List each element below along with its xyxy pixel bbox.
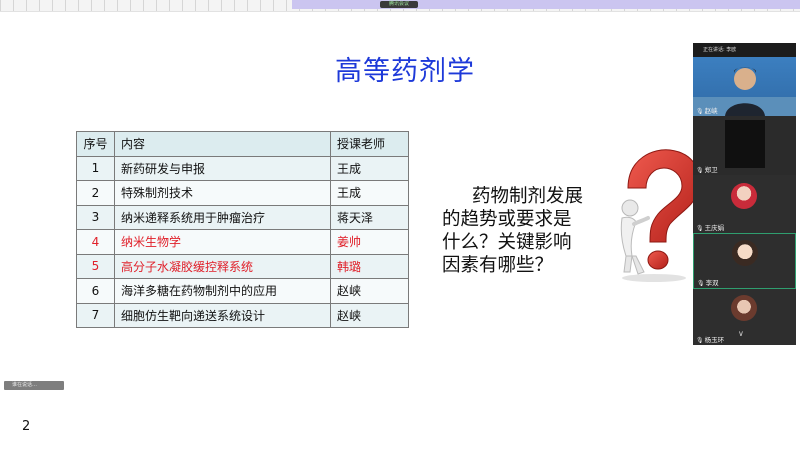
table-row: 1 新药研发与申报 王成 — [76, 155, 409, 181]
speaker-status-pill[interactable]: 谁在说话… — [4, 381, 64, 390]
row-teacher: 王成 — [330, 180, 409, 206]
participant-tile[interactable]: 🎙杨玉环 — [693, 289, 796, 345]
question-line: 的趋势或要求是 — [442, 209, 572, 230]
table-row-highlighted: 5 高分子水凝胶缓控释系统 韩璐 — [76, 253, 409, 279]
participant-tile[interactable]: 🎙王庆娟 — [693, 175, 796, 233]
row-content: 纳米递释系统用于肿瘤治疗 — [114, 204, 331, 230]
top-toolbar-highlight — [292, 0, 800, 9]
microphone-icon: 🎙 — [696, 167, 704, 174]
row-no: 1 — [76, 155, 115, 181]
row-content: 海洋多糖在药物制剂中的应用 — [114, 278, 331, 304]
row-teacher: 王成 — [330, 155, 409, 181]
row-no: 5 — [76, 253, 115, 279]
microphone-icon: 🎙 — [696, 337, 704, 344]
table-header-row: 序号 内容 授课老师 — [76, 131, 409, 157]
row-content: 细胞仿生靶向递送系统设计 — [114, 302, 331, 328]
row-no: 6 — [76, 278, 115, 304]
question-line: 什么？关键影响 — [442, 232, 572, 253]
participant-name: 🎙郑卫 — [696, 166, 718, 174]
header-no: 序号 — [76, 131, 115, 157]
row-no: 3 — [76, 204, 115, 230]
header-content: 内容 — [114, 131, 331, 157]
row-teacher: 蒋天泽 — [330, 204, 409, 230]
speaking-indicator: 正在讲话: 李欧 — [693, 43, 796, 57]
microphone-icon: 🎙 — [696, 108, 704, 115]
row-content: 高分子水凝胶缓控释系统 — [114, 253, 331, 279]
table-row: 7 细胞仿生靶向递送系统设计 赵峡 — [76, 302, 409, 328]
table-row: 3 纳米递释系统用于肿瘤治疗 蒋天泽 — [76, 204, 409, 230]
row-no: 2 — [76, 180, 115, 206]
row-content: 新药研发与申报 — [114, 155, 331, 181]
participant-name: 🎙赵峡 — [696, 107, 718, 115]
microphone-icon: 🎙 — [696, 225, 704, 232]
avatar — [731, 183, 757, 209]
participant-name: 🎙杨玉环 — [696, 336, 725, 344]
avatar — [731, 295, 757, 321]
course-table: 序号 内容 授课老师 1 新药研发与申报 王成 2 特殊制剂技术 王成 3 纳米… — [76, 131, 409, 328]
participant-tile[interactable]: 🎙赵峡 — [693, 57, 796, 116]
row-no: 4 — [76, 229, 115, 255]
page-number: 2 — [22, 419, 31, 434]
participant-name: 🎙李双 — [697, 279, 719, 287]
participant-name: 🎙王庆娟 — [696, 224, 725, 232]
chevron-down-icon[interactable]: ∨ — [738, 329, 744, 338]
row-content: 纳米生物学 — [114, 229, 331, 255]
avatar — [732, 240, 758, 266]
table-row-highlighted: 4 纳米生物学 姜帅 — [76, 229, 409, 255]
microphone-icon: 🎙 — [697, 280, 705, 287]
slide-title: 高等药剂学 — [335, 56, 475, 87]
table-row: 6 海洋多糖在药物制剂中的应用 赵峡 — [76, 278, 409, 304]
table-row: 2 特殊制剂技术 王成 — [76, 180, 409, 206]
question-text: 药物制剂发展 的趋势或要求是 什么？关键影响 因素有哪些？ — [442, 185, 602, 277]
row-no: 7 — [76, 302, 115, 328]
top-toolbar-strip: 腾讯会议 — [0, 0, 800, 12]
participant-tile-active[interactable]: 🎙李双 — [693, 233, 796, 289]
row-teacher: 赵峡 — [330, 278, 409, 304]
meeting-indicator-button[interactable]: 腾讯会议 — [380, 1, 418, 8]
question-line: 因素有哪些？ — [442, 255, 554, 276]
video-participants-panel: 正在讲话: 李欧 🎙赵峡 🎙郑卫 🎙王庆娟 🎙李双 🎙杨玉环 ∨ — [693, 43, 796, 345]
row-content: 特殊制剂技术 — [114, 180, 331, 206]
row-teacher: 姜帅 — [330, 229, 409, 255]
participant-video-icon — [725, 120, 765, 168]
header-teacher: 授课老师 — [330, 131, 409, 157]
row-teacher: 赵峡 — [330, 302, 409, 328]
row-teacher: 韩璐 — [330, 253, 409, 279]
question-line: 药物制剂发展 — [472, 186, 584, 207]
participant-tile[interactable]: 🎙郑卫 — [693, 116, 796, 175]
